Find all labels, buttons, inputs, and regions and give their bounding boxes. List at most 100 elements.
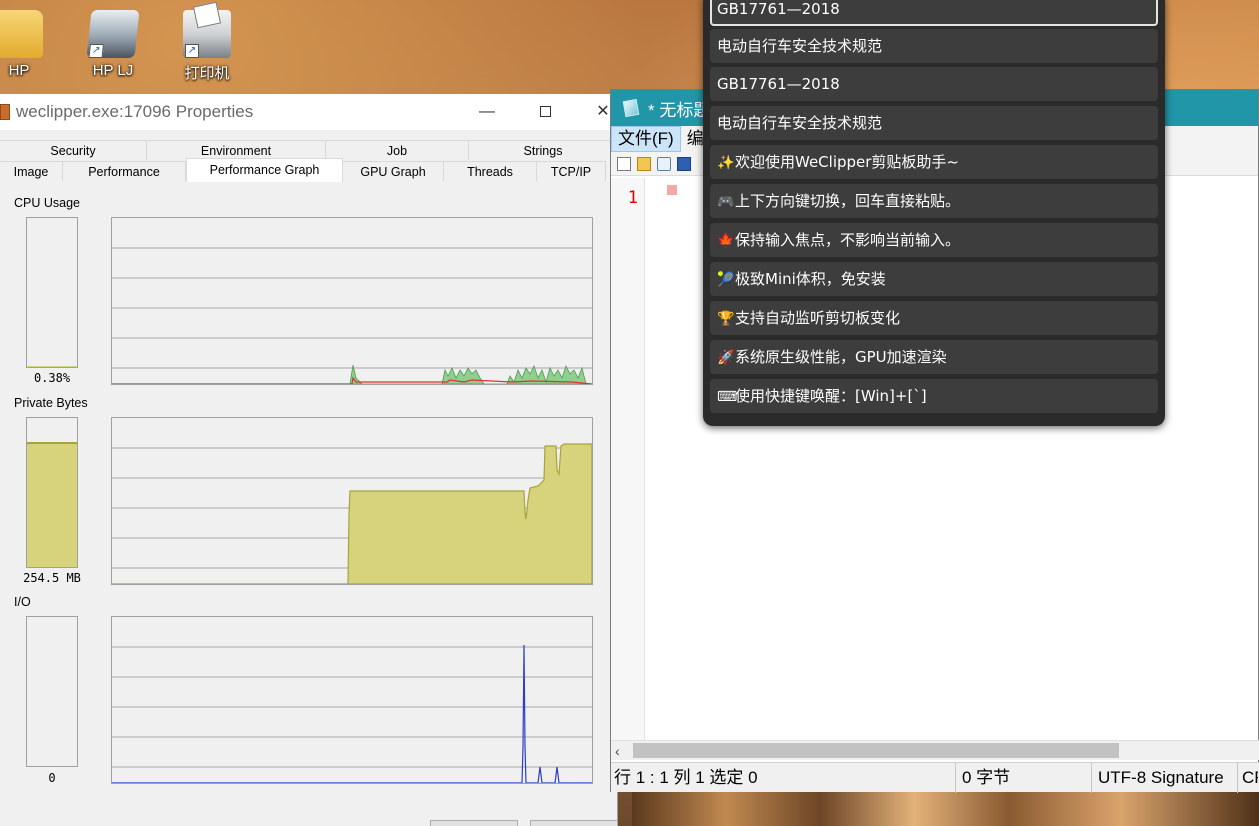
tab-strings[interactable]: Strings — [469, 140, 618, 160]
clipboard-item-text: 保持输入焦点，不影响当前输入。 — [735, 231, 961, 249]
cpu-usage-value: 0.38% — [33, 371, 71, 385]
status-encoding[interactable]: UTF-8 Signature — [1092, 762, 1238, 793]
tennis-ball-icon: 🎾 — [717, 272, 735, 288]
maximize-button[interactable] — [516, 94, 574, 130]
maximize-icon — [539, 106, 551, 118]
tab-image[interactable]: Image — [0, 161, 63, 181]
io-graph — [111, 616, 593, 784]
gamepad-icon: 🎮 — [717, 194, 735, 210]
desktop-icon-printer[interactable]: ↗ 打印机 — [172, 0, 242, 83]
clipboard-item-text: GB17761—2018 — [717, 0, 840, 18]
maple-leaf-icon: 🍁 — [717, 233, 735, 249]
status-eol[interactable]: CR — [1238, 763, 1258, 793]
save-icon[interactable] — [677, 156, 691, 171]
properties-window: weclipper.exe:17096 Properties — ✕ Secur… — [0, 94, 618, 826]
desktop-icon-hp-lj[interactable]: ↗ HP LJ — [78, 0, 148, 79]
cpu-graph-plot — [112, 247, 592, 384]
tab-row-top: Security Environment Job Strings — [0, 140, 618, 160]
cpu-meter — [26, 217, 78, 368]
horizontal-scrollbar[interactable]: ‹ — [611, 740, 1259, 760]
private-bytes-value: 254.5 MB — [23, 571, 81, 585]
clipboard-item-text: 支持自动监听剪切板变化 — [735, 309, 901, 327]
new-file-icon[interactable] — [617, 156, 631, 171]
io-label: I/O — [14, 595, 31, 609]
io-line — [112, 644, 592, 783]
io-meter — [26, 616, 78, 767]
clipboard-item[interactable]: 🚀系统原生级性能，GPU加速渲染 — [710, 340, 1158, 374]
private-bytes-graph-plot — [112, 443, 592, 584]
tab-security[interactable]: Security — [0, 140, 147, 160]
clipboard-item[interactable]: ⌨使用快捷键唤醒：[Win]+[`] — [710, 379, 1158, 413]
clipboard-item[interactable]: 🎾极致Mini体积，免安装 — [710, 262, 1158, 296]
clipboard-item[interactable]: 🍁保持输入焦点，不影响当前输入。 — [710, 223, 1158, 257]
clipboard-item[interactable]: 🎮上下方向键切换，回车直接粘贴。 — [710, 184, 1158, 218]
clipboard-item[interactable]: GB17761—2018 — [710, 67, 1158, 101]
folder-icon — [0, 10, 43, 58]
cpu-meter-fill — [27, 366, 77, 367]
desktop-icon-label: HP — [8, 62, 30, 79]
cancel-button[interactable] — [530, 820, 618, 826]
desktop-icon-label: 打印机 — [184, 65, 230, 82]
keyboard-icon: ⌨ — [717, 389, 738, 405]
clipboard-item-text: 欢迎使用WeClipper剪贴板助手~ — [735, 153, 959, 171]
ok-button[interactable] — [430, 820, 518, 826]
clipboard-item-text: 使用快捷键唤醒：[Win]+[`] — [735, 387, 927, 405]
performance-graph-panel: CPU Usage 0.38% Private Bytes 254.5 MB I… — [0, 183, 606, 813]
desktop-icon-label: HP LJ — [92, 62, 134, 79]
cpu-usage-label: CPU Usage — [14, 196, 80, 210]
clipboard-item-text: 电动自行车安全技术规范 — [717, 114, 883, 132]
line-number: 1 — [627, 188, 638, 208]
clipboard-item-text: 极致Mini体积，免安装 — [735, 270, 886, 288]
properties-titlebar[interactable]: weclipper.exe:17096 Properties — ✕ — [0, 94, 617, 130]
clipboard-item[interactable]: 电动自行车安全技术规范 — [710, 106, 1158, 140]
private-bytes-meter — [26, 417, 78, 568]
tab-performance[interactable]: Performance — [63, 161, 186, 181]
menu-file[interactable]: 文件(F) — [611, 126, 681, 152]
private-bytes-label: Private Bytes — [14, 396, 88, 410]
minimize-button[interactable]: — — [458, 94, 516, 130]
clipboard-item-text: 上下方向键切换，回车直接粘贴。 — [735, 192, 961, 210]
status-bar: 行 1 : 1 列 1 选定 0 0 字节 UTF-8 Signature CR — [611, 762, 1259, 793]
status-cursor-position: 行 1 : 1 列 1 选定 0 — [611, 762, 956, 793]
tab-environment[interactable]: Environment — [147, 140, 326, 160]
private-bytes-graph — [111, 417, 593, 585]
printer-icon: ↗ — [183, 10, 231, 58]
private-bytes-meter-fill — [27, 441, 77, 567]
app-icon — [0, 104, 10, 120]
clipboard-item[interactable]: 电动自行车安全技术规范 — [710, 29, 1158, 63]
open-folder-icon[interactable] — [637, 156, 651, 171]
clipboard-item[interactable]: GB17761—2018 — [710, 0, 1158, 26]
tab-threads[interactable]: Threads — [444, 161, 537, 181]
clipboard-item[interactable]: ✨欢迎使用WeClipper剪贴板助手~ — [710, 145, 1158, 179]
notepad-title: * 无标题 — [648, 100, 711, 120]
rocket-icon: 🚀 — [717, 350, 735, 366]
tab-tcpip[interactable]: TCP/IP — [537, 161, 606, 181]
window-title: weclipper.exe:17096 Properties — [16, 102, 254, 121]
tab-row-bottom: Image Performance Performance Graph GPU … — [0, 158, 606, 182]
private-bytes-area — [112, 443, 592, 584]
sparkles-icon: ✨ — [717, 155, 735, 171]
scrollbar-thumb[interactable] — [633, 743, 1119, 758]
scanner-icon: ↗ — [86, 10, 140, 58]
io-value: 0 — [48, 771, 56, 785]
tab-gpu-graph[interactable]: GPU Graph — [343, 161, 444, 181]
clipboard-item-text: GB17761—2018 — [717, 75, 840, 93]
cpu-graph — [111, 217, 593, 385]
tab-job[interactable]: Job — [326, 140, 469, 160]
clipboard-item-text: 系统原生级性能，GPU加速渲染 — [735, 348, 947, 366]
shortcut-arrow-icon: ↗ — [88, 44, 104, 58]
shortcut-arrow-icon: ↗ — [185, 44, 199, 58]
scroll-left-icon[interactable]: ‹ — [615, 743, 620, 759]
clipboard-item-text: 电动自行车安全技术规范 — [717, 37, 883, 55]
notepad-app-icon — [622, 98, 640, 118]
status-byte-count: 0 字节 — [956, 762, 1092, 793]
tab-performance-graph[interactable]: Performance Graph — [186, 158, 343, 182]
trophy-icon: 🏆 — [717, 311, 735, 327]
io-graph-plot — [112, 644, 592, 783]
clipboard-history-popup: GB17761—2018 电动自行车安全技术规范 GB17761—2018 电动… — [703, 0, 1165, 426]
wallpaper-strip — [632, 790, 1259, 826]
desktop-icon-hp[interactable]: HP — [0, 0, 54, 79]
clipboard-item[interactable]: 🏆支持自动监听剪切板变化 — [710, 301, 1158, 335]
find-icon[interactable] — [657, 156, 671, 171]
line-number-gutter: 1 — [611, 178, 645, 740]
